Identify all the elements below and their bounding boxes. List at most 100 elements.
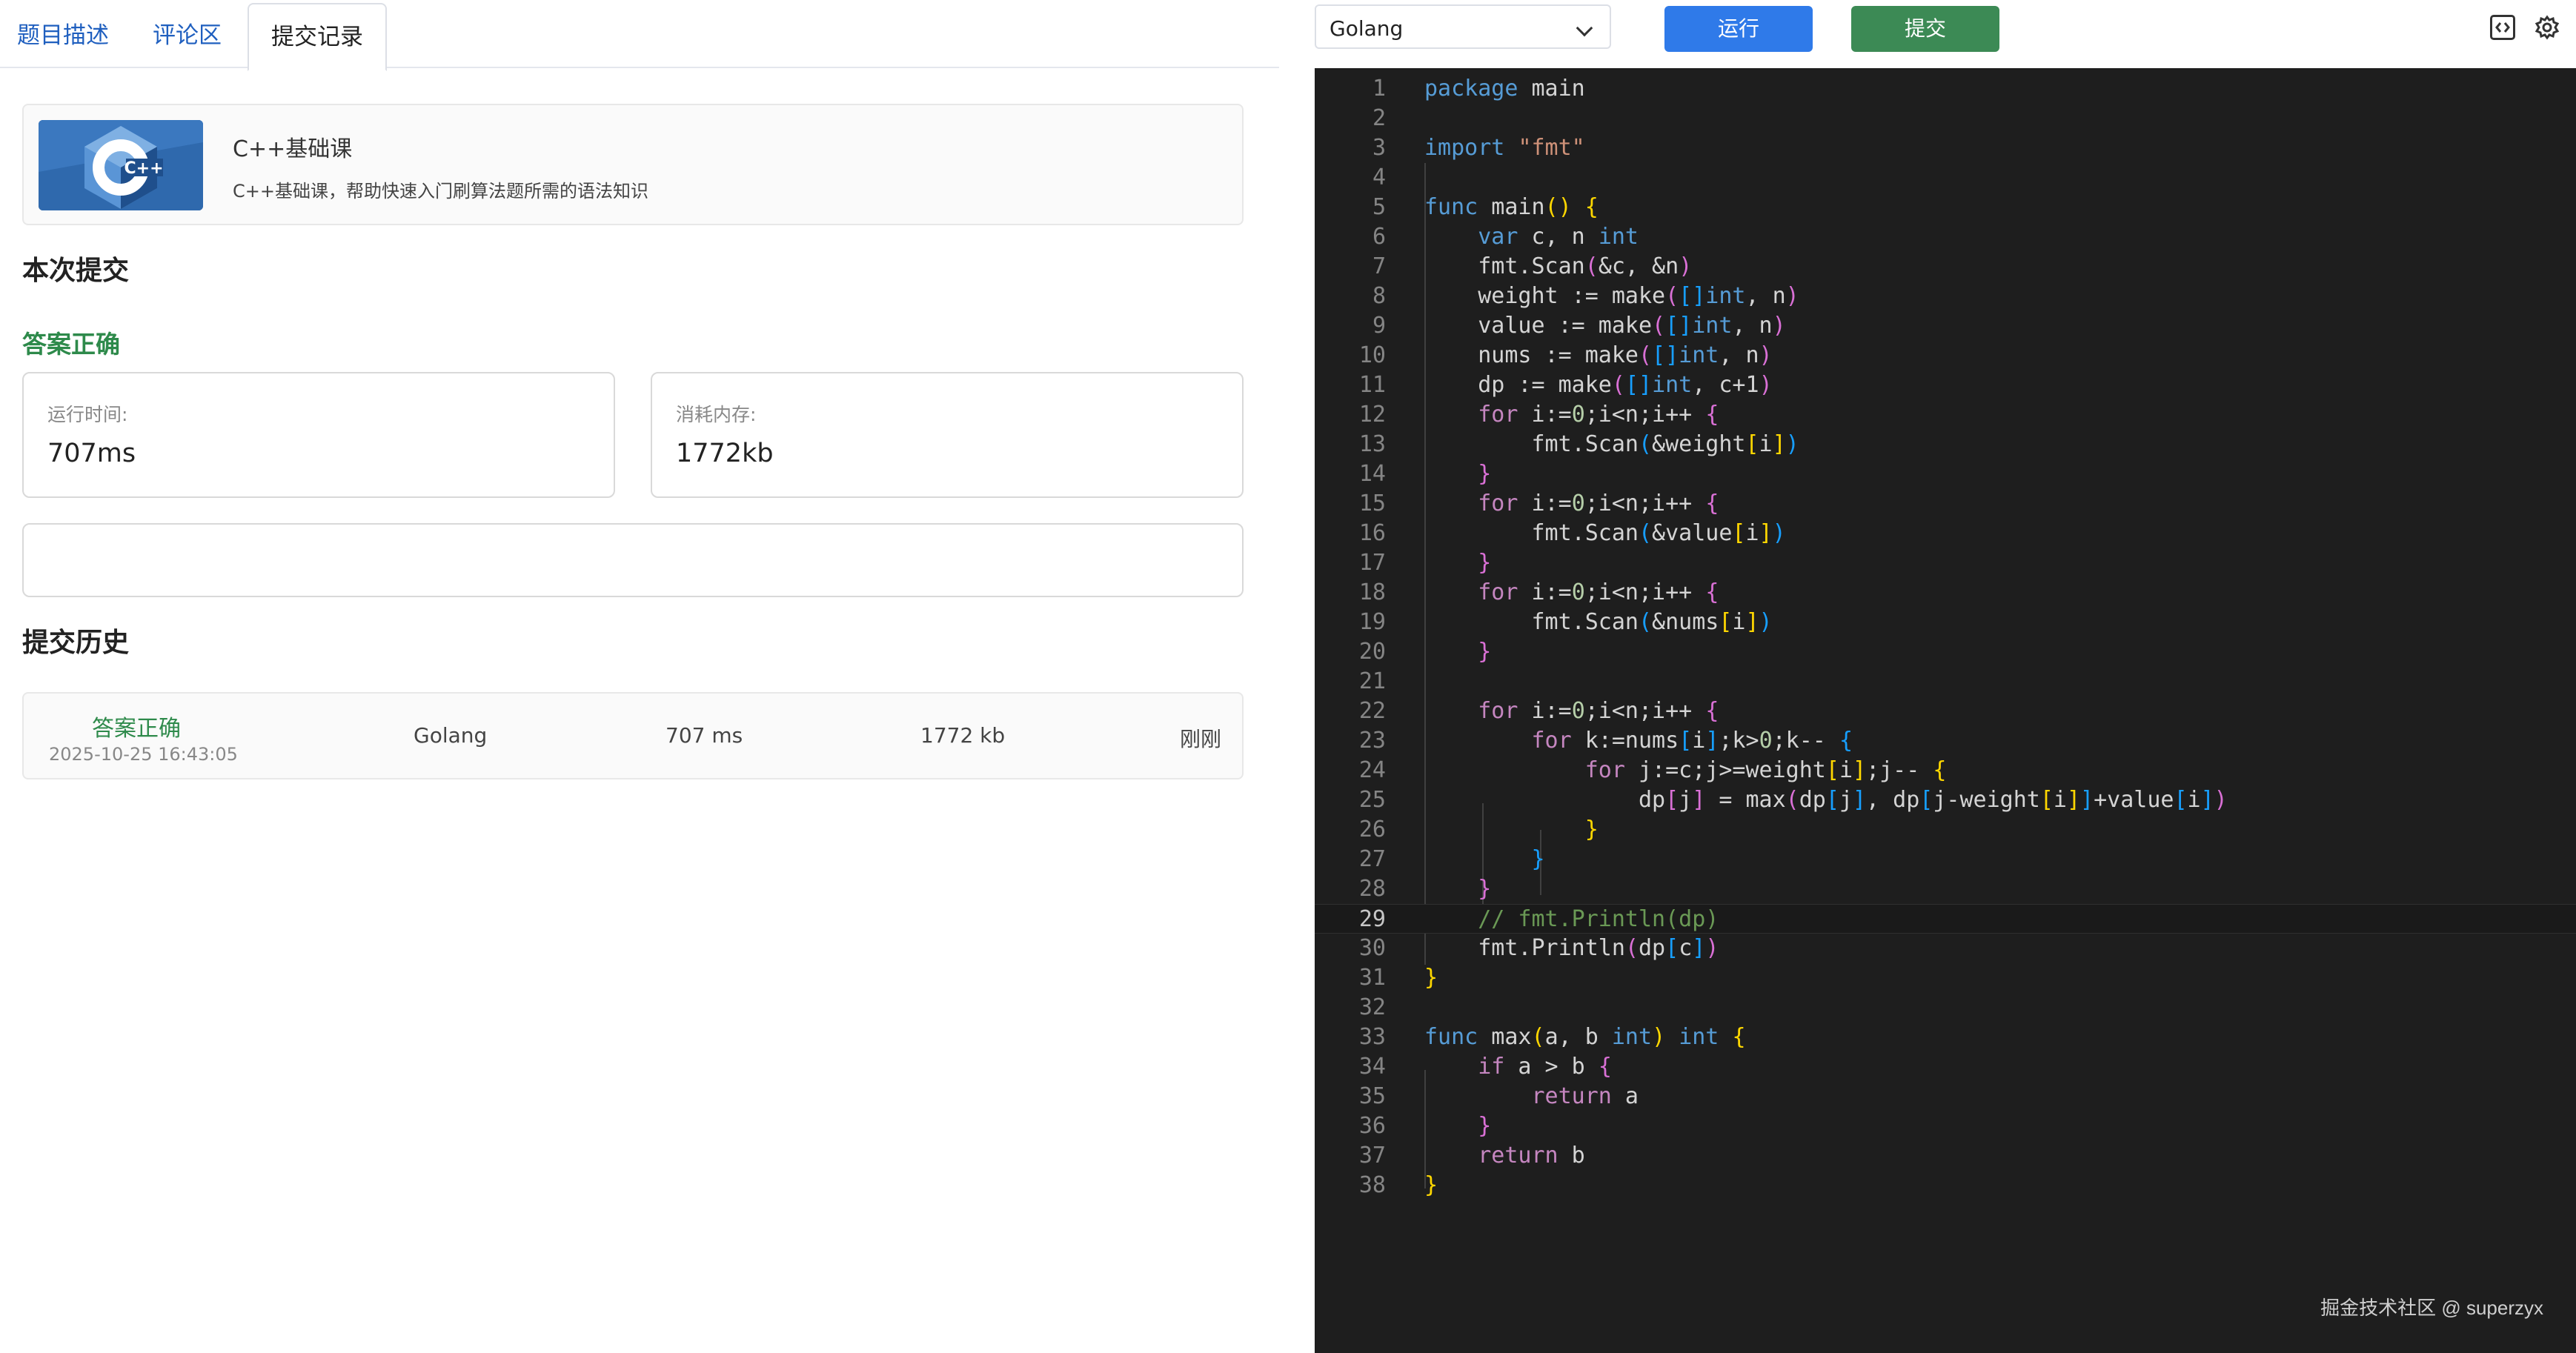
line-number: 28: [1358, 876, 1386, 902]
language-select[interactable]: Golang: [1315, 4, 1611, 49]
watermark: 掘金技术社区 @ superzyx: [2320, 1297, 2543, 1319]
tab-submissions[interactable]: 提交记录: [248, 3, 387, 71]
line-number: 3: [1372, 135, 1386, 161]
submission-history-heading: 提交历史: [22, 628, 130, 658]
line-number: 7: [1372, 253, 1386, 279]
code-line[interactable]: 32: [1315, 993, 2576, 1023]
line-number: 25: [1358, 787, 1386, 813]
language-select-value: Golang: [1330, 16, 1404, 41]
course-description: C++基础课，帮助快速入门刷算法题所需的语法知识: [233, 181, 648, 202]
line-number: 29: [1358, 906, 1386, 932]
line-number: 4: [1372, 164, 1386, 190]
submission-status: 答案正确: [22, 330, 120, 359]
line-number: 20: [1358, 639, 1386, 665]
course-card[interactable]: C++ C++基础课 C++基础课，帮助快速入门刷算法题所需的语法知识: [22, 104, 1244, 225]
code-line[interactable]: 15 for i:=0;i<n;i++ {: [1315, 489, 2576, 519]
line-number: 32: [1358, 994, 1386, 1020]
code-line[interactable]: 34 if a > b {: [1315, 1052, 2576, 1082]
code-line[interactable]: 33 func max(a, b int) int {: [1315, 1023, 2576, 1052]
code-line[interactable]: 13 fmt.Scan(&weight[i]): [1315, 430, 2576, 459]
memory-value: 1772kb: [676, 439, 774, 468]
submit-button[interactable]: 提交: [1851, 6, 1999, 52]
code-text: for i:=0;i<n;i++ {: [1478, 402, 1719, 428]
line-number: 36: [1358, 1113, 1386, 1139]
code-line[interactable]: 29 // fmt.Println(dp): [1315, 904, 2576, 934]
line-number: 37: [1358, 1143, 1386, 1168]
code-line[interactable]: 8 weight := make([]int, n): [1315, 282, 2576, 311]
code-line[interactable]: 21: [1315, 667, 2576, 697]
memory-stat: 消耗内存: 1772kb: [651, 372, 1244, 498]
code-line[interactable]: 28 }: [1315, 874, 2576, 904]
memory-label: 消耗内存:: [676, 404, 757, 425]
code-text: nums := make([]int, n): [1424, 342, 1773, 368]
code-format-icon[interactable]: [2490, 15, 2515, 40]
history-row[interactable]: 答案正确 2025-10-25 16:43:05 Golang 707 ms 1…: [22, 692, 1244, 779]
code-text: fmt.Println(dp[c]): [1424, 935, 1719, 961]
code-text: }: [1478, 461, 1492, 487]
history-language: Golang: [414, 723, 488, 748]
history-time-ago: 刚刚: [1180, 727, 1222, 751]
code-line[interactable]: 2: [1315, 104, 2576, 133]
line-number: 13: [1358, 431, 1386, 457]
code-text: fmt.Scan(&c, &n): [1424, 253, 1693, 279]
run-button[interactable]: 运行: [1664, 6, 1813, 52]
code-text: return a: [1531, 1083, 1639, 1109]
code-line[interactable]: 26 }: [1315, 815, 2576, 845]
code-line[interactable]: 9 value := make([]int, n): [1315, 311, 2576, 341]
code-line[interactable]: 10 nums := make([]int, n): [1315, 341, 2576, 370]
code-text: var c, n int: [1478, 224, 1639, 250]
code-text: for j:=c;j>=weight[i];j-- {: [1584, 757, 1947, 783]
code-line[interactable]: 20 }: [1315, 637, 2576, 667]
tab-problem-description[interactable]: 题目描述: [0, 3, 126, 68]
code-text: }: [1478, 550, 1492, 576]
code-line[interactable]: 24 for j:=c;j>=weight[i];j-- {: [1315, 756, 2576, 785]
runtime-value: 707ms: [47, 439, 136, 468]
line-number: 31: [1358, 965, 1386, 991]
code-line[interactable]: 11 dp := make([]int, c+1): [1315, 370, 2576, 400]
code-text: func main() {: [1424, 194, 1599, 220]
code-line[interactable]: 4: [1315, 163, 2576, 193]
code-line[interactable]: 27 }: [1315, 845, 2576, 874]
gear-icon[interactable]: [2534, 15, 2560, 40]
code-line[interactable]: 25 dp[j] = max(dp[j], dp[j-weight[i]]+va…: [1315, 785, 2576, 815]
code-line[interactable]: 36 }: [1315, 1111, 2576, 1141]
line-number: 2: [1372, 105, 1386, 131]
code-text: fmt.Scan(&nums[i]): [1424, 609, 1773, 635]
history-runtime: 707 ms: [665, 723, 743, 748]
code-line[interactable]: 3 import "fmt": [1315, 133, 2576, 163]
code-text: for i:=0;i<n;i++ {: [1478, 698, 1719, 724]
line-number: 30: [1358, 935, 1386, 961]
line-number: 6: [1372, 224, 1386, 250]
tab-comments[interactable]: 评论区: [130, 3, 245, 68]
code-line[interactable]: 17 }: [1315, 548, 2576, 578]
line-number: 27: [1358, 846, 1386, 872]
code-line[interactable]: 6 var c, n int: [1315, 222, 2576, 252]
code-line[interactable]: 22 for i:=0;i<n;i++ {: [1315, 697, 2576, 726]
code-line[interactable]: 12 for i:=0;i<n;i++ {: [1315, 400, 2576, 430]
code-line[interactable]: 18 for i:=0;i<n;i++ {: [1315, 578, 2576, 608]
code-line[interactable]: 31}: [1315, 963, 2576, 993]
svg-text:C++: C++: [124, 159, 163, 178]
history-status[interactable]: 答案正确: [92, 710, 181, 742]
line-number: 5: [1372, 194, 1386, 220]
code-line[interactable]: 5 func main() {: [1315, 193, 2576, 222]
line-number: 35: [1358, 1083, 1386, 1109]
line-number: 18: [1358, 579, 1386, 605]
code-text: }: [1424, 1172, 1438, 1198]
code-line[interactable]: 1 package main: [1315, 74, 2576, 104]
code-line[interactable]: 38}: [1315, 1171, 2576, 1200]
code-line[interactable]: 30 fmt.Println(dp[c]): [1315, 934, 2576, 963]
code-text: package main: [1424, 76, 1585, 102]
code-line[interactable]: 16 fmt.Scan(&value[i]): [1315, 519, 2576, 548]
line-number: 17: [1358, 550, 1386, 576]
code-line[interactable]: 23 for k:=nums[i];k>0;k-- {: [1315, 726, 2576, 756]
code-line[interactable]: 35 return a: [1315, 1082, 2576, 1111]
cpp-logo-icon: C++: [39, 120, 203, 210]
code-line[interactable]: 37 return b: [1315, 1141, 2576, 1171]
code-line[interactable]: 7 fmt.Scan(&c, &n): [1315, 252, 2576, 282]
line-number: 10: [1358, 342, 1386, 368]
history-date: 2025-10-25 16:43:05: [49, 744, 238, 765]
code-editor[interactable]: 1 package main 2 3 import "fmt" 4 5 func main()…: [1315, 68, 2576, 1353]
code-line[interactable]: 19 fmt.Scan(&nums[i]): [1315, 608, 2576, 637]
code-line[interactable]: 14 }: [1315, 459, 2576, 489]
